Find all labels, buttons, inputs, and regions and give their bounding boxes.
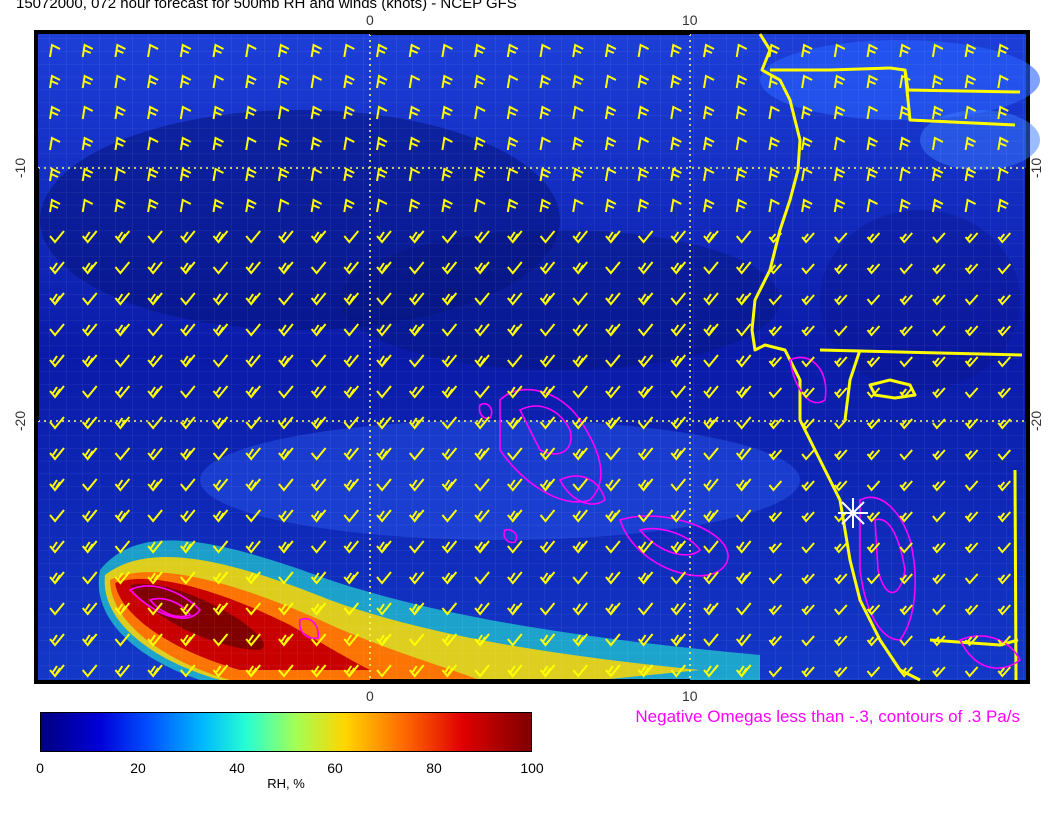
omega-note: Negative Omegas less than -.3, contours … xyxy=(635,707,1020,726)
colorbar-tick: 40 xyxy=(229,760,245,776)
colorbar-tick: 100 xyxy=(520,760,544,776)
map-panel xyxy=(34,30,1040,684)
colorbar-tick: 80 xyxy=(426,760,442,776)
colorbar-tick: 0 xyxy=(36,760,44,776)
colorbar-tick: 60 xyxy=(327,760,343,776)
bottom-tick-10: 10 xyxy=(682,688,698,704)
left-tick-minus10: -10 xyxy=(12,157,29,179)
colorbar-label: RH, % xyxy=(267,776,305,791)
top-tick-10: 10 xyxy=(682,12,698,28)
top-tick-0: 0 xyxy=(366,12,374,28)
left-tick-minus20: -20 xyxy=(12,410,29,432)
right-tick-minus10: -10 xyxy=(1028,157,1045,179)
colorbar-tick: 20 xyxy=(130,760,146,776)
right-tick-minus20: -20 xyxy=(1028,410,1045,432)
location-marker xyxy=(838,498,868,528)
bottom-tick-0: 0 xyxy=(366,688,374,704)
rh-colorbar xyxy=(40,712,532,752)
